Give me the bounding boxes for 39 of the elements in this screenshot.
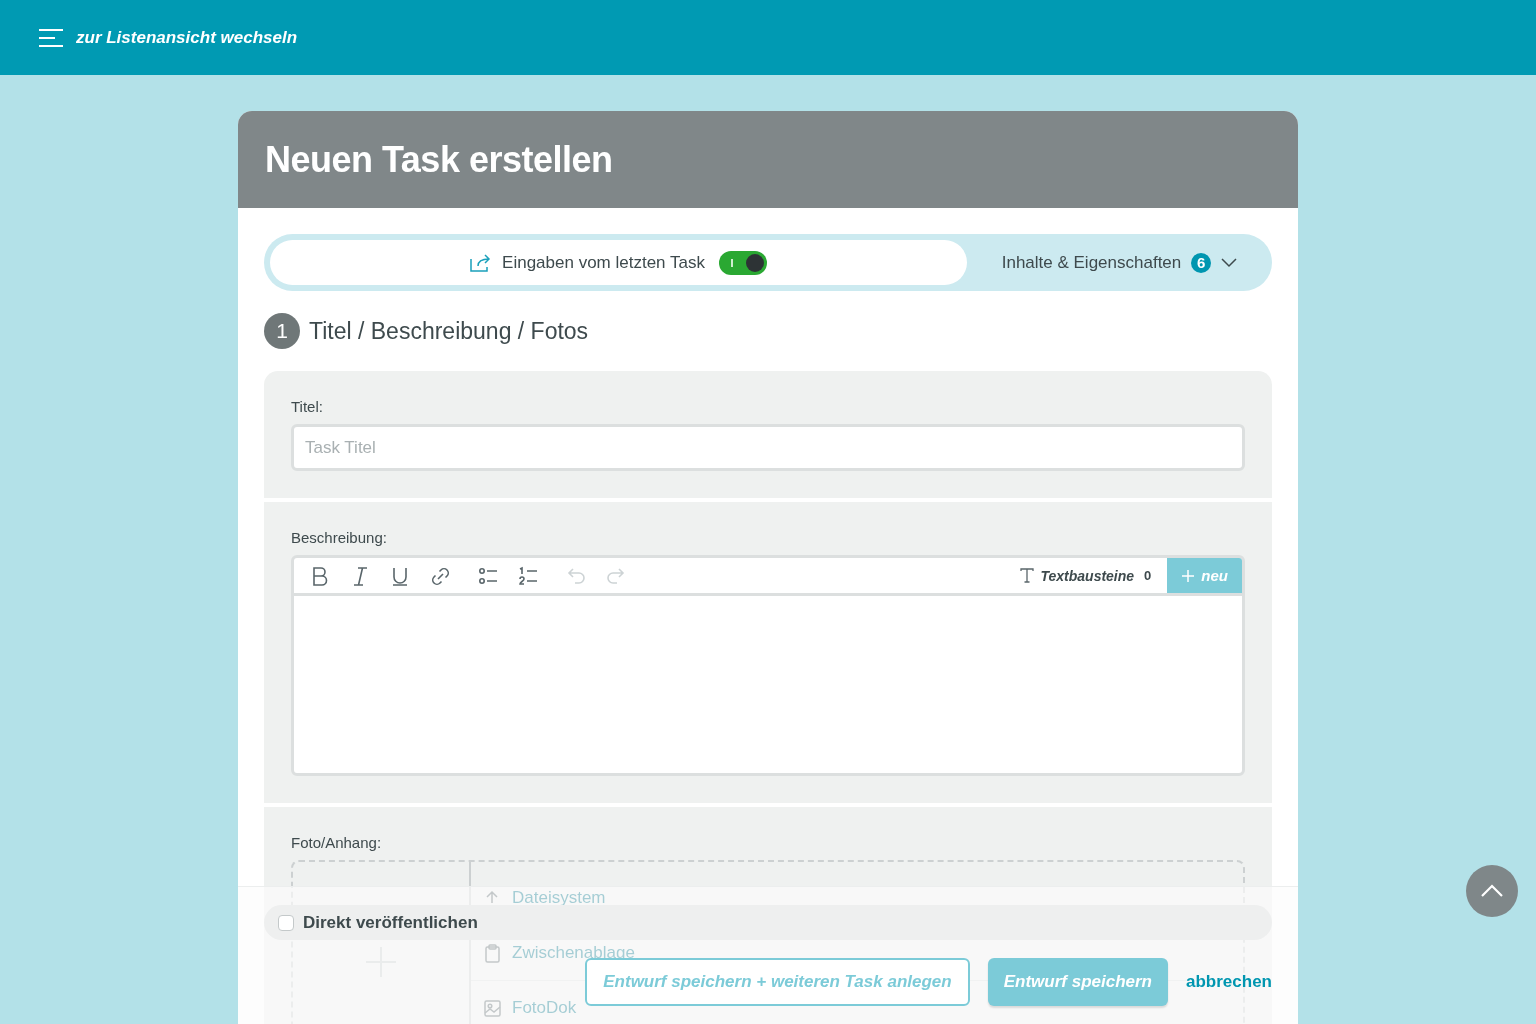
undo-icon xyxy=(566,565,586,586)
attachment-source-link[interactable]: FotoDok xyxy=(512,998,577,1018)
menu-icon[interactable] xyxy=(38,28,64,47)
publish-checkbox[interactable] xyxy=(278,914,294,931)
contents-properties-label[interactable]: Inhalte & Eigenschaften xyxy=(1001,252,1182,273)
chevron-up-icon xyxy=(1480,884,1504,898)
title-input-field[interactable]: Task Titel xyxy=(291,424,1245,471)
field-label: Beschreibung: xyxy=(291,529,388,546)
new-snippet-button[interactable]: neu xyxy=(1167,558,1242,593)
toggle-switch[interactable] xyxy=(718,250,767,275)
card-title: Neuen Task erstellen xyxy=(265,138,613,181)
text-snippets-button[interactable]: Textbausteine xyxy=(1040,567,1135,584)
save-draft-button[interactable]: Entwurf speichern xyxy=(987,958,1168,1006)
scroll-top-button[interactable] xyxy=(1466,865,1518,917)
bullets-icon xyxy=(478,565,498,586)
reuse-inputs-toggle-button[interactable]: Eingaben vom letzten Task xyxy=(270,240,967,285)
underline-icon xyxy=(390,565,410,586)
clipboard-icon xyxy=(483,943,502,963)
snippets-count: 0 xyxy=(1144,568,1152,583)
save-draft-and-new-button[interactable]: Entwurf speichern + weiteren Task anlegen xyxy=(585,958,970,1006)
section-title: Titel / Beschreibung / Fotos xyxy=(309,317,589,345)
numbers-icon xyxy=(518,565,538,586)
link-icon xyxy=(430,565,450,586)
cancel-link[interactable]: abbrechen xyxy=(1186,958,1272,1006)
image-icon xyxy=(483,998,502,1018)
count-badge: 6 xyxy=(1191,252,1212,273)
field-label: Titel: xyxy=(291,398,324,415)
share-icon xyxy=(470,253,493,272)
plus-icon xyxy=(1181,568,1196,583)
publish-label: Direkt veröffentlichen xyxy=(303,912,478,933)
text-icon xyxy=(1020,568,1035,583)
field-label: Foto/Anhang: xyxy=(291,834,383,851)
list-view-link[interactable]: zur Listenansicht wechseln xyxy=(76,27,298,48)
reuse-inputs-label: Eingaben vom letzten Task xyxy=(502,252,705,273)
attachment-source-link[interactable]: Dateisystem xyxy=(512,888,606,908)
redo-icon xyxy=(606,565,626,586)
step-number: 1 xyxy=(264,313,300,349)
bold-icon xyxy=(310,565,330,586)
chevron-icon[interactable] xyxy=(1221,257,1238,268)
